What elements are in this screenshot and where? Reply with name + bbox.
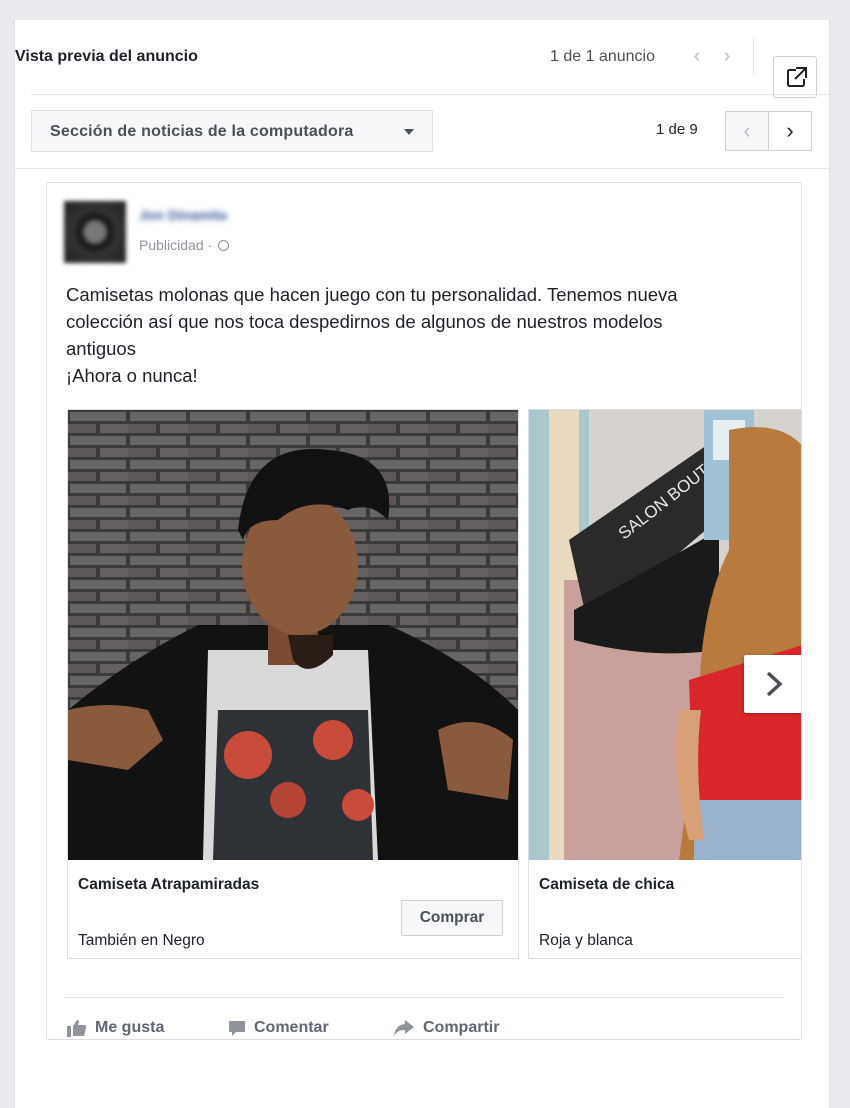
ad-counter: 1 de 1 anuncio <box>550 48 655 65</box>
ad-post: Jon Dinamita Publicidad · Camisetas molo… <box>46 182 802 1040</box>
actions-divider <box>64 997 784 998</box>
caret-down-icon <box>404 129 414 135</box>
carousel: Camiseta Atrapamiradas También en Negro … <box>67 409 801 961</box>
post-text-line: Camisetas molonas que hacen juego con tu… <box>66 284 678 305</box>
post-text-line: antiguos <box>66 338 136 359</box>
placement-divider <box>15 168 829 169</box>
page-avatar[interactable] <box>64 201 126 263</box>
post-text-line: ¡Ahora o nunca! <box>66 365 198 386</box>
share-button[interactable]: Compartir <box>393 1019 499 1037</box>
placement-dropdown[interactable]: Sección de noticias de la computadora <box>31 110 433 152</box>
page-name[interactable]: Jon Dinamita <box>139 207 227 223</box>
placement-counter: 1 de 9 <box>656 121 698 138</box>
top-gutter <box>0 0 850 20</box>
comment-icon <box>229 1021 245 1036</box>
prev-ad-button[interactable]: ‹ <box>687 44 707 68</box>
thumbs-up-icon <box>67 1020 87 1037</box>
globe-icon <box>218 240 230 251</box>
like-button[interactable]: Me gusta <box>67 1019 164 1037</box>
like-label: Me gusta <box>95 1019 165 1036</box>
card-description: También en Negro <box>78 932 205 949</box>
right-gutter <box>828 0 850 1108</box>
comment-label: Comentar <box>254 1019 329 1036</box>
ad-preview-panel: Vista previa del anuncio 1 de 1 anuncio … <box>14 20 833 1108</box>
open-in-new-icon <box>787 67 808 87</box>
header-divider <box>31 94 833 95</box>
comment-button[interactable]: Comentar <box>228 1019 329 1037</box>
post-text: Camisetas molonas que hacen juego con tu… <box>66 281 786 389</box>
man-in-leather-jacket-image <box>68 410 518 860</box>
header-separator <box>753 38 754 76</box>
carousel-card[interactable]: Camiseta Atrapamiradas También en Negro … <box>67 409 519 959</box>
chevron-right-icon <box>766 671 783 697</box>
placement-next-button[interactable]: › <box>768 111 812 151</box>
next-ad-button[interactable]: › <box>717 44 737 68</box>
woman-red-shirt-image: SALON BOUTI <box>529 410 801 860</box>
card-title[interactable]: Camiseta Atrapamiradas <box>78 876 259 894</box>
share-arrow-icon <box>394 1020 414 1036</box>
card-image[interactable]: SALON BOUTI <box>529 410 801 860</box>
preview-header: Vista previa del anuncio 1 de 1 anuncio … <box>1 20 843 98</box>
card-description: Roja y blanca <box>539 932 633 949</box>
open-external-button[interactable] <box>773 56 817 98</box>
carousel-next-button[interactable] <box>744 655 801 713</box>
card-image[interactable] <box>68 410 518 860</box>
preview-title: Vista previa del anuncio <box>15 48 198 65</box>
post-text-line: colección así que nos toca despedirnos d… <box>66 311 663 332</box>
share-label: Compartir <box>423 1019 500 1036</box>
placement-prev-button[interactable]: ‹ <box>725 111 769 151</box>
card-title[interactable]: Camiseta de chica <box>539 876 674 894</box>
sponsored-text: Publicidad · <box>139 237 217 253</box>
placement-label: Sección de noticias de la computadora <box>50 123 354 140</box>
shop-now-button[interactable]: Comprar <box>401 900 503 936</box>
sponsored-label: Publicidad · <box>139 237 230 253</box>
